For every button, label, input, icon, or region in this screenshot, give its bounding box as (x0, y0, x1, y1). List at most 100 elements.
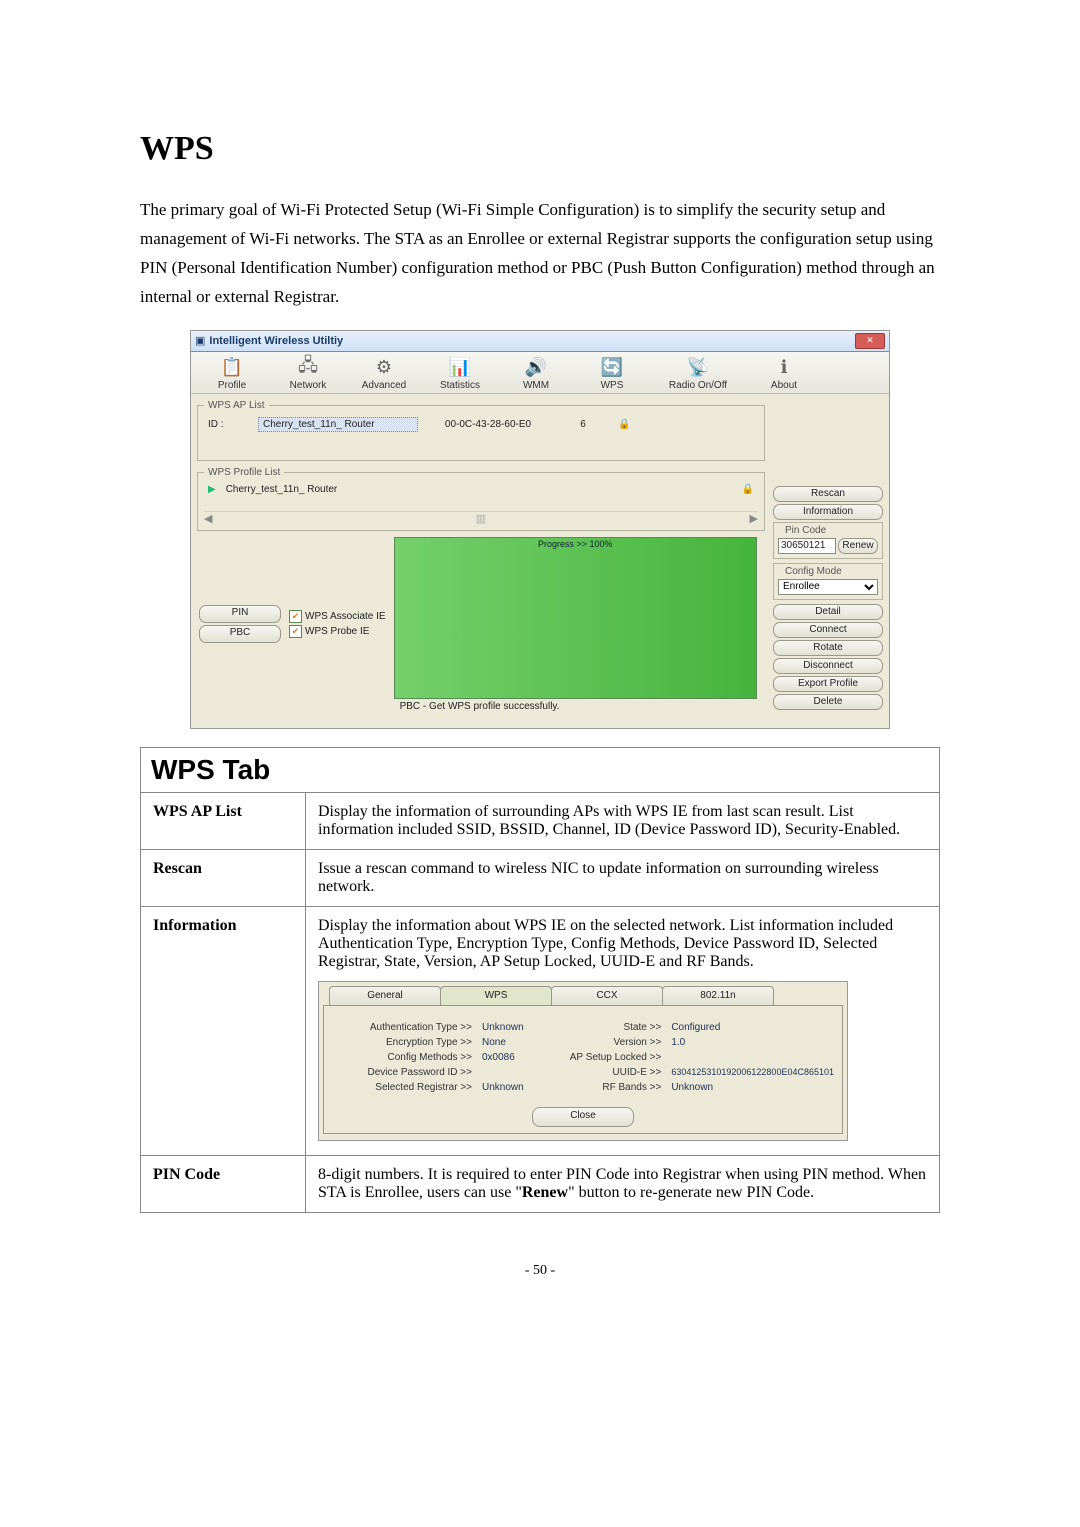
rf-bands-label: RF Bands >> (561, 1082, 665, 1093)
tab-network[interactable]: 🖧Network (273, 356, 343, 391)
tab-wps[interactable]: WPS (440, 986, 552, 1005)
profile-ssid: Cherry_test_11n_ Router (226, 484, 446, 495)
tab-statistics[interactable]: 📊Statistics (425, 356, 495, 391)
tab-wps[interactable]: 🔄WPS (577, 356, 647, 391)
row-text: Issue a rescan command to wireless NIC t… (306, 849, 940, 906)
detail-button[interactable]: Detail (773, 604, 883, 620)
wps-info-dialog: General WPS CCX 802.11n Authentication T… (318, 981, 848, 1141)
tab-ccx[interactable]: CCX (551, 986, 663, 1005)
wps-ap-list-legend: WPS AP List (204, 400, 269, 411)
side-panel: Rescan Information Pin Code 30650121 Ren… (773, 484, 883, 712)
tab-label: Statistics (440, 380, 480, 391)
enc-type-label: Encryption Type >> (332, 1037, 476, 1048)
ap-bssid: 00-0C-43-28-60-E0 (428, 419, 548, 430)
table-row: Rescan Issue a rescan command to wireles… (141, 849, 940, 906)
state-value: Configured (665, 1022, 834, 1033)
export-profile-button[interactable]: Export Profile (773, 676, 883, 692)
pin-code-value: 30650121 (778, 538, 836, 554)
page-number: - 50 - (140, 1263, 940, 1279)
wps-utility-screenshot: ▣ Intelligent Wireless Utiltiy ✕ 📋Profil… (190, 330, 890, 729)
version-label: Version >> (561, 1037, 665, 1048)
table-row: Information Display the information abou… (141, 906, 940, 1155)
close-button[interactable]: Close (532, 1107, 634, 1127)
config-mode-select[interactable]: Enrollee (778, 579, 878, 595)
status-text: PBC - Get WPS profile successfully. (394, 701, 757, 712)
ap-list-row[interactable]: ID : Cherry_test_11n_ Router 00-0C-43-28… (204, 415, 758, 434)
rescan-button[interactable]: Rescan (773, 486, 883, 502)
wps-tab-table: WPS Tab WPS AP List Display the informat… (140, 747, 940, 1213)
row-text-bold: Renew (522, 1184, 568, 1201)
config-methods-value: 0x0086 (476, 1052, 549, 1063)
play-icon: ▶ (208, 484, 216, 495)
wmm-icon: 🔊 (501, 356, 571, 380)
pin-code-label: Pin Code (782, 525, 829, 536)
tab-general[interactable]: General (329, 986, 441, 1005)
checkbox-label: WPS Probe IE (305, 626, 369, 637)
table-row: PIN Code 8-digit numbers. It is required… (141, 1155, 940, 1212)
scroll-left-icon[interactable]: ◀ (204, 512, 212, 526)
tab-radio[interactable]: 📡Radio On/Off (653, 356, 743, 391)
checkbox-label: WPS Associate IE (305, 611, 386, 622)
radio-icon: 📡 (653, 356, 743, 380)
ap-channel: 6 (558, 419, 608, 430)
row-label: PIN Code (141, 1155, 306, 1212)
page-heading: WPS (140, 130, 940, 168)
tab-advanced[interactable]: ⚙Advanced (349, 356, 419, 391)
uuid-e-value: 6304125310192006122800E04C865101 (665, 1067, 834, 1078)
row-text: Display the information of surrounding A… (306, 792, 940, 849)
network-icon: 🖧 (273, 356, 343, 380)
tab-label: Advanced (362, 380, 406, 391)
gear-icon: ⚙ (349, 356, 419, 380)
delete-button[interactable]: Delete (773, 694, 883, 710)
table-title: WPS Tab (141, 747, 940, 792)
tab-label: About (771, 380, 797, 391)
row-text: Display the information about WPS IE on … (306, 906, 940, 1155)
scroll-right-icon[interactable]: ▶ (750, 512, 758, 526)
close-icon[interactable]: ✕ (855, 333, 885, 349)
wps-profile-list-legend: WPS Profile List (204, 467, 284, 478)
connect-button[interactable]: Connect (773, 622, 883, 638)
pin-button[interactable]: PIN (199, 605, 281, 623)
config-mode-label: Config Mode (782, 566, 845, 577)
selected-registrar-label: Selected Registrar >> (332, 1082, 476, 1093)
tab-about[interactable]: ℹAbout (749, 356, 819, 391)
stats-icon: 📊 (425, 356, 495, 380)
information-button[interactable]: Information (773, 504, 883, 520)
about-icon: ℹ (749, 356, 819, 380)
rf-bands-value: Unknown (665, 1082, 834, 1093)
tab-profile[interactable]: 📋Profile (197, 356, 267, 391)
tab-label: WPS (601, 380, 624, 391)
config-methods-label: Config Methods >> (332, 1052, 476, 1063)
profile-list-row[interactable]: ▶ Cherry_test_11n_ Router 🔒 (204, 482, 758, 497)
row-label: Information (141, 906, 306, 1155)
row-text-span: " button to re-generate new PIN Code. (568, 1184, 814, 1201)
uuid-e-label: UUID-E >> (561, 1067, 665, 1078)
ap-setup-locked-label: AP Setup Locked >> (561, 1052, 665, 1063)
state-label: State >> (561, 1022, 665, 1033)
renew-button[interactable]: Renew (838, 538, 878, 554)
tab-label: WMM (523, 380, 549, 391)
toolbar: 📋Profile 🖧Network ⚙Advanced 📊Statistics … (191, 352, 889, 394)
id-label: ID : (208, 419, 248, 430)
wps-probe-ie-checkbox[interactable]: ✔WPS Probe IE (289, 625, 386, 638)
progress-bar: Progress >> 100% (394, 537, 757, 699)
disconnect-button[interactable]: Disconnect (773, 658, 883, 674)
row-text: 8-digit numbers. It is required to enter… (306, 1155, 940, 1212)
intro-paragraph: The primary goal of Wi-Fi Protected Setu… (140, 196, 940, 312)
row-text-span: Display the information about WPS IE on … (318, 917, 893, 970)
rotate-button[interactable]: Rotate (773, 640, 883, 656)
tab-wmm[interactable]: 🔊WMM (501, 356, 571, 391)
auth-type-label: Authentication Type >> (332, 1022, 476, 1033)
tab-label: Network (290, 380, 327, 391)
tab-80211n[interactable]: 802.11n (662, 986, 774, 1005)
lock-icon: 🔒 (618, 419, 630, 430)
row-label: WPS AP List (141, 792, 306, 849)
pbc-button[interactable]: PBC (199, 625, 281, 643)
enc-type-value: None (476, 1037, 549, 1048)
ap-ssid: Cherry_test_11n_ Router (258, 417, 418, 432)
app-icon: ▣ (195, 334, 205, 347)
wps-associate-ie-checkbox[interactable]: ✔WPS Associate IE (289, 610, 386, 623)
version-value: 1.0 (665, 1037, 834, 1048)
device-pwid-label: Device Password ID >> (332, 1067, 476, 1078)
wps-icon: 🔄 (577, 356, 647, 380)
